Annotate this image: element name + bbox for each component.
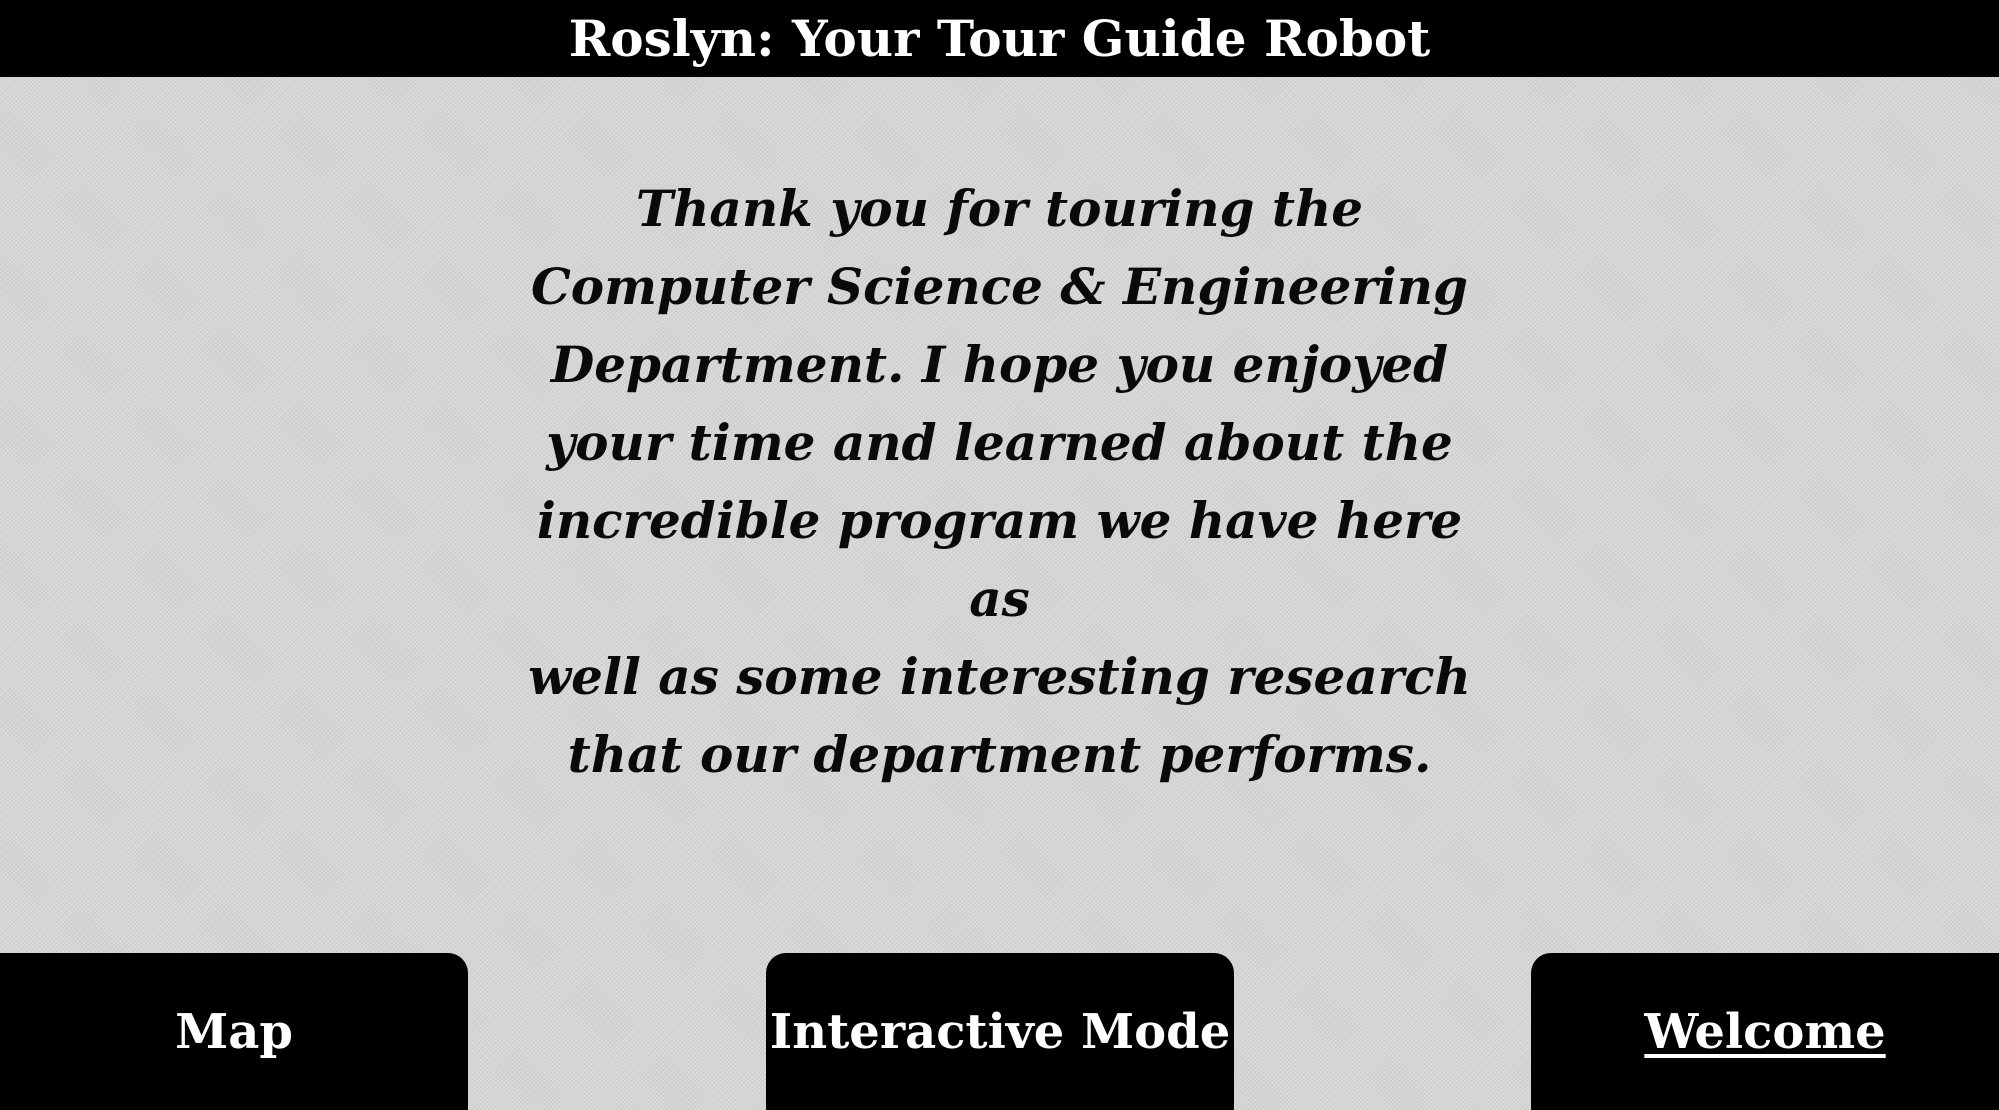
interactive-mode-button-label: Interactive Mode bbox=[769, 1003, 1231, 1060]
thank-you-message: Thank you for touring the Computer Scien… bbox=[500, 170, 1499, 794]
message-line: well as some interesting research bbox=[528, 647, 1471, 706]
message-line: Thank you for touring the bbox=[635, 179, 1364, 238]
message-line: Department. I hope you enjoyed bbox=[550, 335, 1449, 394]
message-line: incredible program we have here as bbox=[536, 491, 1463, 628]
header-bar: Roslyn: Your Tour Guide Robot bbox=[0, 0, 1999, 77]
page-title: Roslyn: Your Tour Guide Robot bbox=[568, 8, 1431, 68]
message-line: Computer Science & Engineering bbox=[531, 257, 1468, 316]
map-button-label: Map bbox=[175, 1003, 293, 1060]
message-line: that our department performs. bbox=[567, 725, 1432, 784]
welcome-button-label: Welcome bbox=[1644, 1003, 1886, 1060]
map-button[interactable]: Map bbox=[0, 953, 468, 1110]
welcome-button[interactable]: Welcome bbox=[1531, 953, 1999, 1110]
message-line: your time and learned about the bbox=[546, 413, 1453, 472]
interactive-mode-button[interactable]: Interactive Mode bbox=[766, 953, 1234, 1110]
